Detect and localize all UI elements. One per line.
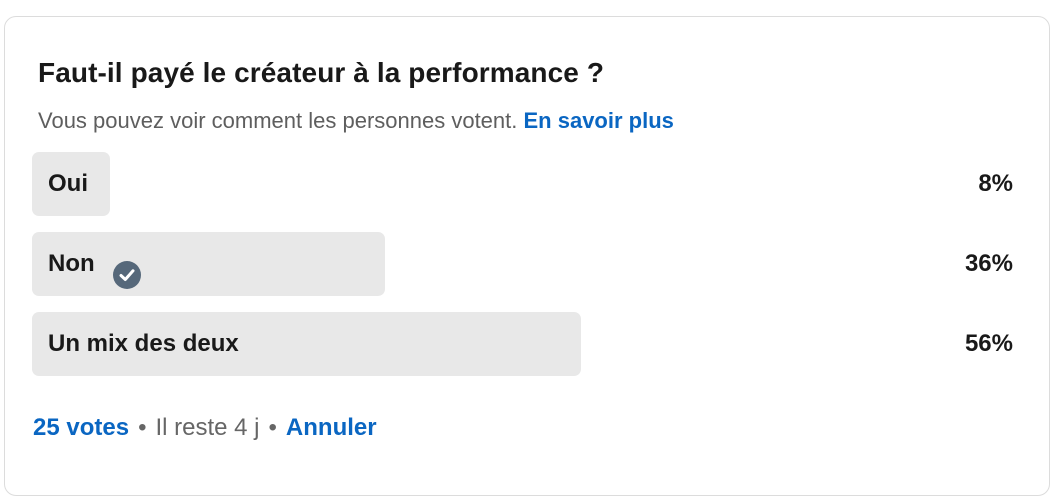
poll-visibility-text: Vous pouvez voir comment les personnes v…: [38, 108, 518, 133]
poll-question: Faut-il payé le créateur à la performanc…: [38, 57, 605, 88]
separator-dot: •: [268, 414, 277, 441]
poll-option-percent: 8%: [978, 170, 1013, 197]
votes-count-link[interactable]: 25 votes: [33, 414, 129, 442]
poll-option-percent: 36%: [964, 250, 1013, 277]
time-remaining: Il reste 4 j: [155, 414, 260, 441]
poll-option-mix[interactable]: Un mix des deux 56%: [32, 312, 1013, 376]
poll-option-non[interactable]: Non 36%: [32, 232, 1013, 296]
separator-dot: •: [138, 414, 147, 441]
poll-option-text: Un mix des deux: [48, 330, 239, 357]
poll-footer: 25 votes • Il reste 4 j • Annuler: [33, 414, 377, 442]
poll-option-label: Non: [48, 232, 141, 296]
cancel-vote-link[interactable]: Annuler: [286, 414, 377, 442]
poll-visibility-note: Vous pouvez voir comment les personnes v…: [38, 108, 674, 134]
poll-option-label: Oui: [48, 152, 88, 216]
poll-option-percent: 56%: [964, 330, 1013, 357]
poll-option-label: Un mix des deux: [48, 312, 239, 376]
check-circle-icon: [112, 250, 141, 289]
poll-options: Oui 8% Non 36% Un mix des deux 56%: [32, 152, 1013, 392]
poll-option-text: Non: [48, 250, 95, 277]
poll-option-text: Oui: [48, 170, 88, 197]
learn-more-link[interactable]: En savoir plus: [524, 108, 674, 133]
poll-option-oui[interactable]: Oui 8%: [32, 152, 1013, 216]
